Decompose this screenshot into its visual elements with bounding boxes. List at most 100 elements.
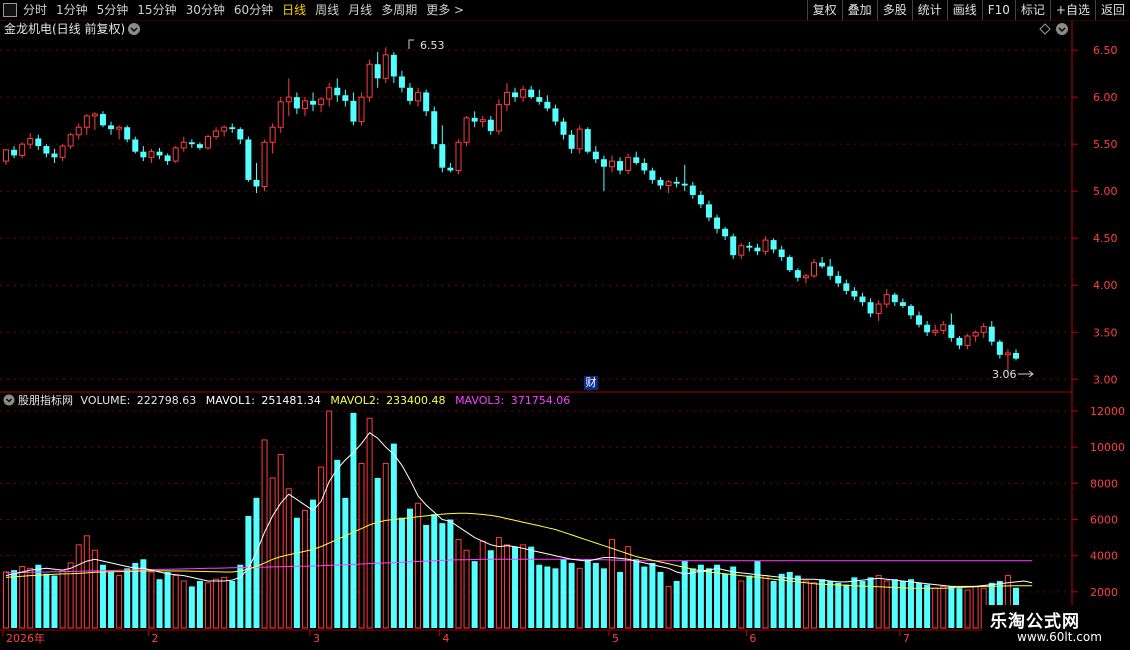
candle-body-up [269,126,276,143]
volume-bar-up [415,502,422,629]
candle-body-up [875,303,882,314]
candle-body-down [487,119,494,131]
volume-bar-up [59,569,66,629]
candle-body-down [471,117,478,122]
price-tick-label: 3.50 [1093,326,1118,339]
volume-label: VOLUME: [81,394,131,407]
watermark-title: 乐淘公式网 [990,612,1080,632]
date-tick-label: 3 [313,632,320,645]
candle-body-down [253,179,260,187]
stock-chart[interactable]: 3.00 3.50 4.00 4.50 5.00 5.50 6.00 6.50 2000 400… [0,0,1130,650]
stock-title: 金龙机电(日线 前复权) [4,21,125,36]
date-axis: 2026年 2 3 4 5 6 7 [2,630,910,645]
grid-lines [0,49,1072,593]
volume-bar-up [148,571,155,629]
price-tick-label: 4.50 [1093,232,1118,245]
volume-bar-up [964,589,971,629]
volume-bar-up [213,578,220,629]
candle-body-up [213,130,220,138]
volume-bar-up [940,585,947,629]
volume-bar-down [770,580,777,628]
candle-body-down [835,275,842,284]
volume-bar-down [827,580,834,628]
volume-bar-down [843,584,850,628]
indicator-dropdown-icon[interactable] [3,394,15,406]
candle-body-down [334,87,341,96]
title-dropdown-icon[interactable] [128,23,140,35]
candle-body-down [439,144,446,168]
mavol-lines [5,432,1033,589]
date-tick-label: 5 [612,632,619,645]
candle-body-down [649,170,656,180]
volume-bar-up [738,580,745,629]
volume-bar-down [689,568,696,628]
volume-bar-down [245,515,252,628]
candle-body-up [366,63,373,98]
candle-body-up [972,331,979,337]
pane-menu-icon[interactable] [1056,23,1068,35]
volume-tick-label: 2000 [1090,586,1118,599]
volume-bar-down [641,566,648,628]
volume-bar-down [334,459,341,628]
volume-bar-down [35,564,42,628]
volume-legend: 股朋指标网 VOLUME: 222798.63 MAVOL1: 251481.3… [18,393,570,407]
volume-bar-down [43,573,50,628]
volume-bar-down [633,559,640,628]
candle-body-down [374,64,381,79]
candle-body-up [463,117,470,143]
candle-body-down [512,92,519,98]
volume-bar-up [358,462,365,629]
candle-body-up [277,101,284,128]
candle-body-down [293,97,300,109]
candle-body-down [705,204,712,218]
finance-badge[interactable]: 财 [584,376,598,390]
volume-bar-up [665,585,672,629]
price-tick-label: 6.00 [1093,91,1118,104]
candle-body-down [851,290,858,297]
candle-body-down [754,247,761,252]
candle-body-down [398,76,405,88]
candle-body-down [948,324,955,338]
volume-bar-up [326,410,333,629]
volume-bar-down [681,561,688,628]
volume-bar-down [544,566,551,628]
candle-body-up [738,245,745,256]
candle-body-up [3,149,9,162]
volume-bar-up [972,585,979,629]
indicator-name: 股朋指标网 [18,393,73,407]
candle-body-up [503,91,510,106]
volume-bar-down [293,517,300,628]
volume-bar-up [3,571,9,629]
volume-bar-down [714,564,721,628]
candle-body-down [342,95,349,101]
candle-body-up [932,329,939,333]
volume-bar-down [196,580,203,628]
volume-tick-label: 4000 [1090,550,1118,563]
volume-bar-down [794,575,801,628]
volume-bar-up [269,477,276,629]
watermark-url: www.60lt.com [1017,630,1102,644]
volume-bar-down [342,497,349,628]
candle-body-down [11,149,18,156]
candle-body-down [786,257,793,271]
volume-bar-down [924,584,931,628]
volume-bar-down [536,564,543,628]
candle-body-up [576,128,583,150]
volume-bar-up [301,509,308,629]
candle-body-down [770,240,777,250]
mavol1-line [5,432,1033,587]
volume-bar-down [916,582,923,628]
candle-body-down [140,151,147,158]
volume-bar-down [374,477,381,628]
candle-body-up [180,141,187,149]
candle-body-down [916,315,923,325]
volume-bar-down [552,568,559,628]
candle-body-down [730,236,737,256]
candle-body-down [528,89,535,98]
candle-body-down [843,283,850,291]
candle-body-down [407,87,413,101]
candle-body-up [964,335,971,346]
price-tick-label: 5.50 [1093,138,1118,151]
diamond-icon[interactable] [1039,23,1051,35]
volume-bar-up [116,575,123,629]
